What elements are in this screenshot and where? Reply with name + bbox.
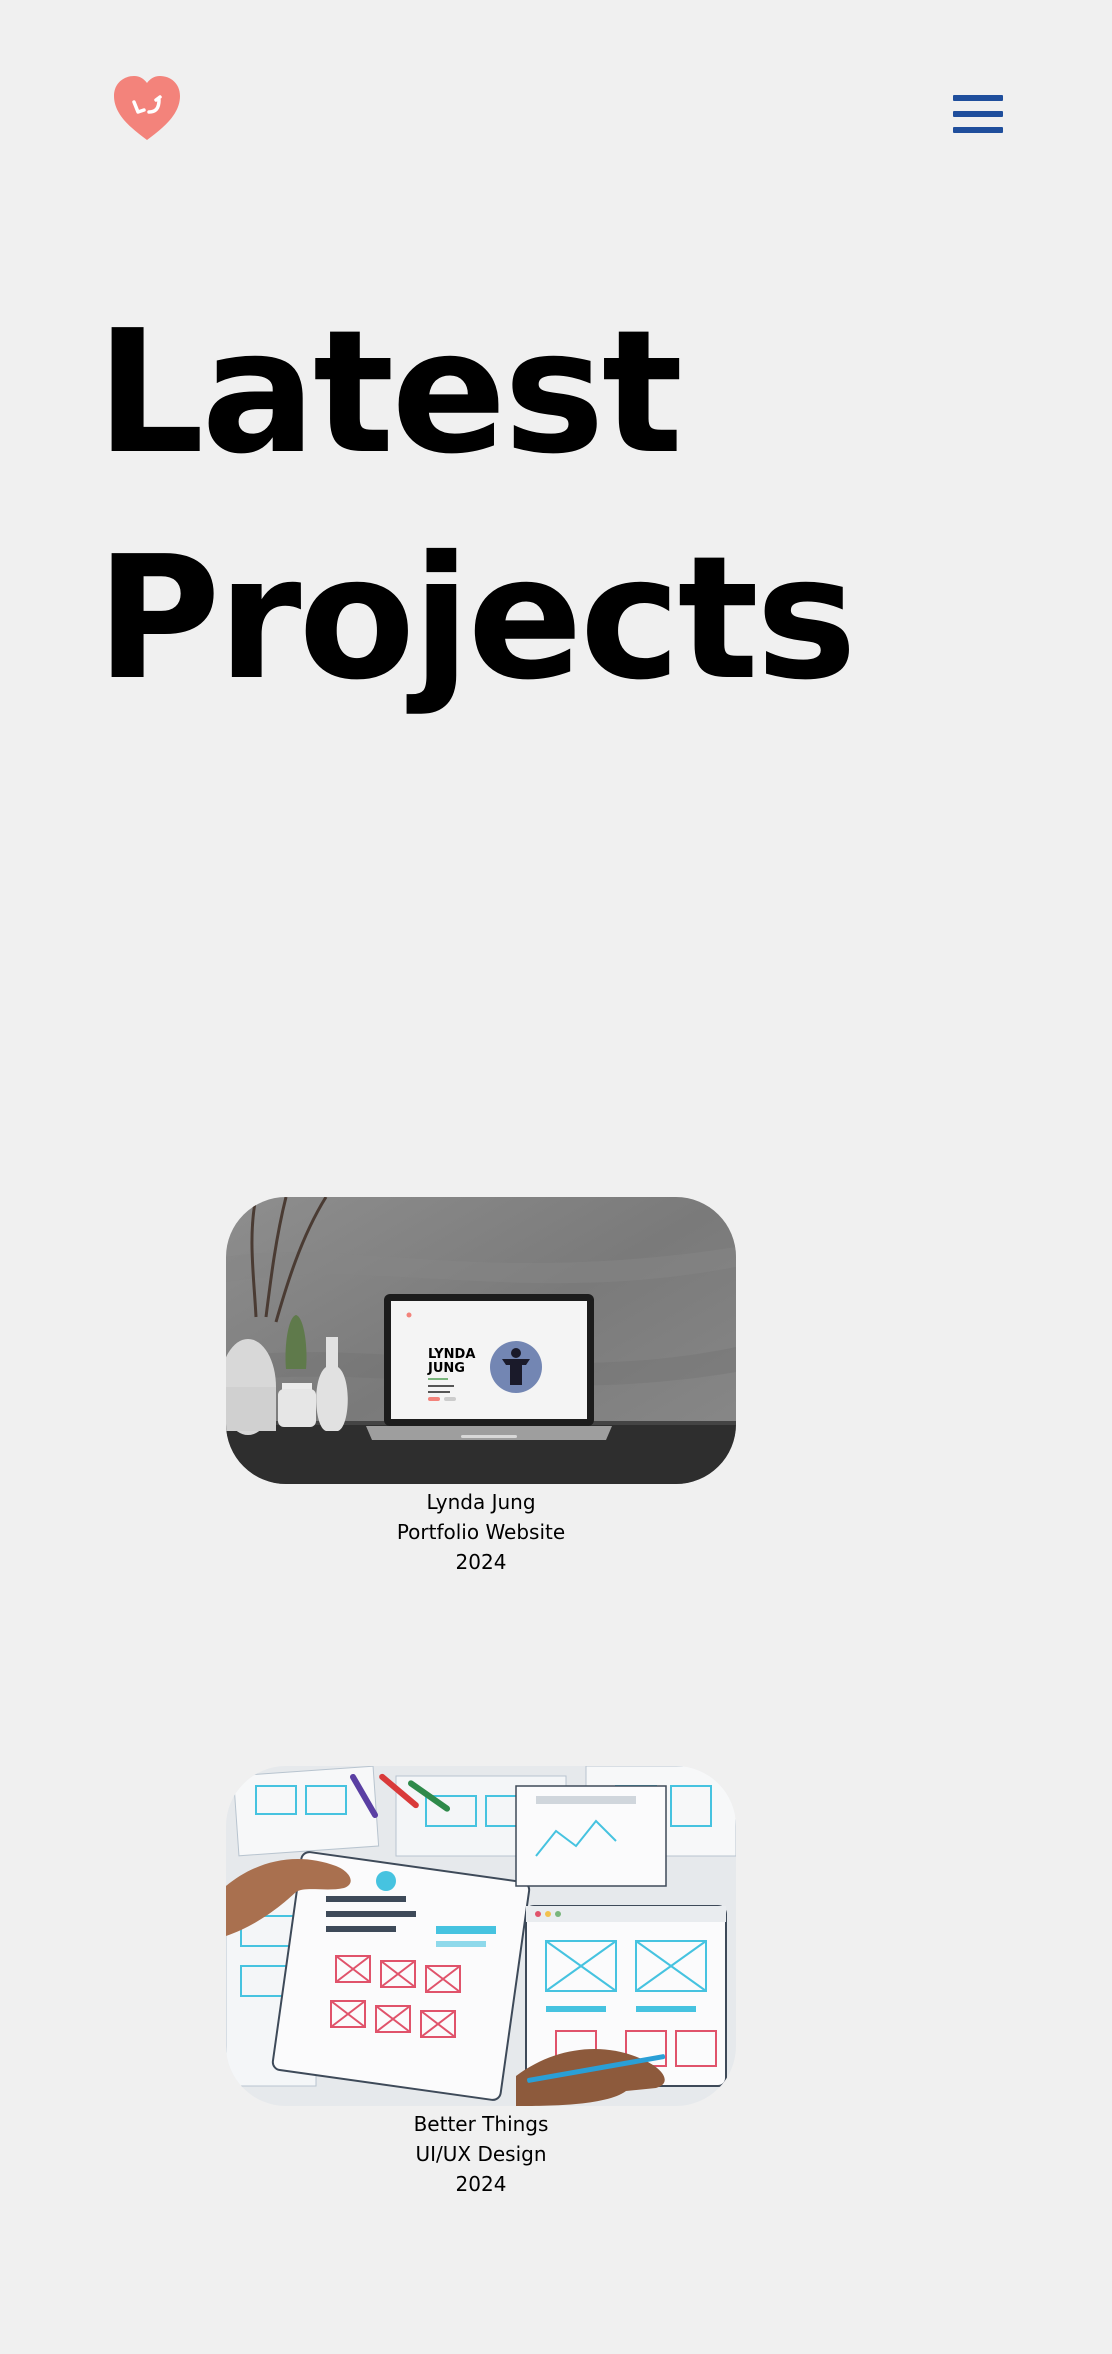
hamburger-menu-icon[interactable] — [953, 95, 1003, 133]
page: Latest Projects LYNDA JUNG Lynda Jung Po… — [0, 0, 1112, 2354]
menu-line — [953, 127, 1003, 133]
project-thumbnail — [226, 1766, 736, 2106]
project-subtitle: UI/UX Design — [415, 2142, 547, 2166]
heart-logo-icon[interactable] — [112, 74, 182, 144]
project-thumbnail: LYNDA JUNG — [226, 1197, 736, 1484]
project-card-lynda-jung[interactable]: LYNDA JUNG Lynda Jung Portfolio Website … — [226, 1197, 736, 1577]
page-title-line-2: Projects — [96, 520, 857, 718]
project-caption: Lynda Jung Portfolio Website 2024 — [226, 1487, 736, 1577]
page-title: Latest Projects — [96, 280, 857, 732]
project-caption: Better Things UI/UX Design 2024 — [226, 2109, 736, 2199]
project-card-better-things[interactable]: Better Things UI/UX Design 2024 — [226, 1766, 736, 2199]
project-subtitle: Portfolio Website — [396, 1520, 566, 1544]
menu-line — [953, 111, 1003, 117]
project-year: 2024 — [455, 2172, 507, 2196]
page-title-line-1: Latest — [96, 294, 683, 492]
thumbnail-label-line-1: LYNDA — [428, 1347, 475, 1362]
project-title: Lynda Jung — [426, 1490, 536, 1514]
project-title: Better Things — [413, 2112, 549, 2136]
project-year: 2024 — [455, 1550, 507, 1574]
thumbnail-label-line-2: JUNG — [427, 1361, 465, 1376]
menu-line — [953, 95, 1003, 101]
